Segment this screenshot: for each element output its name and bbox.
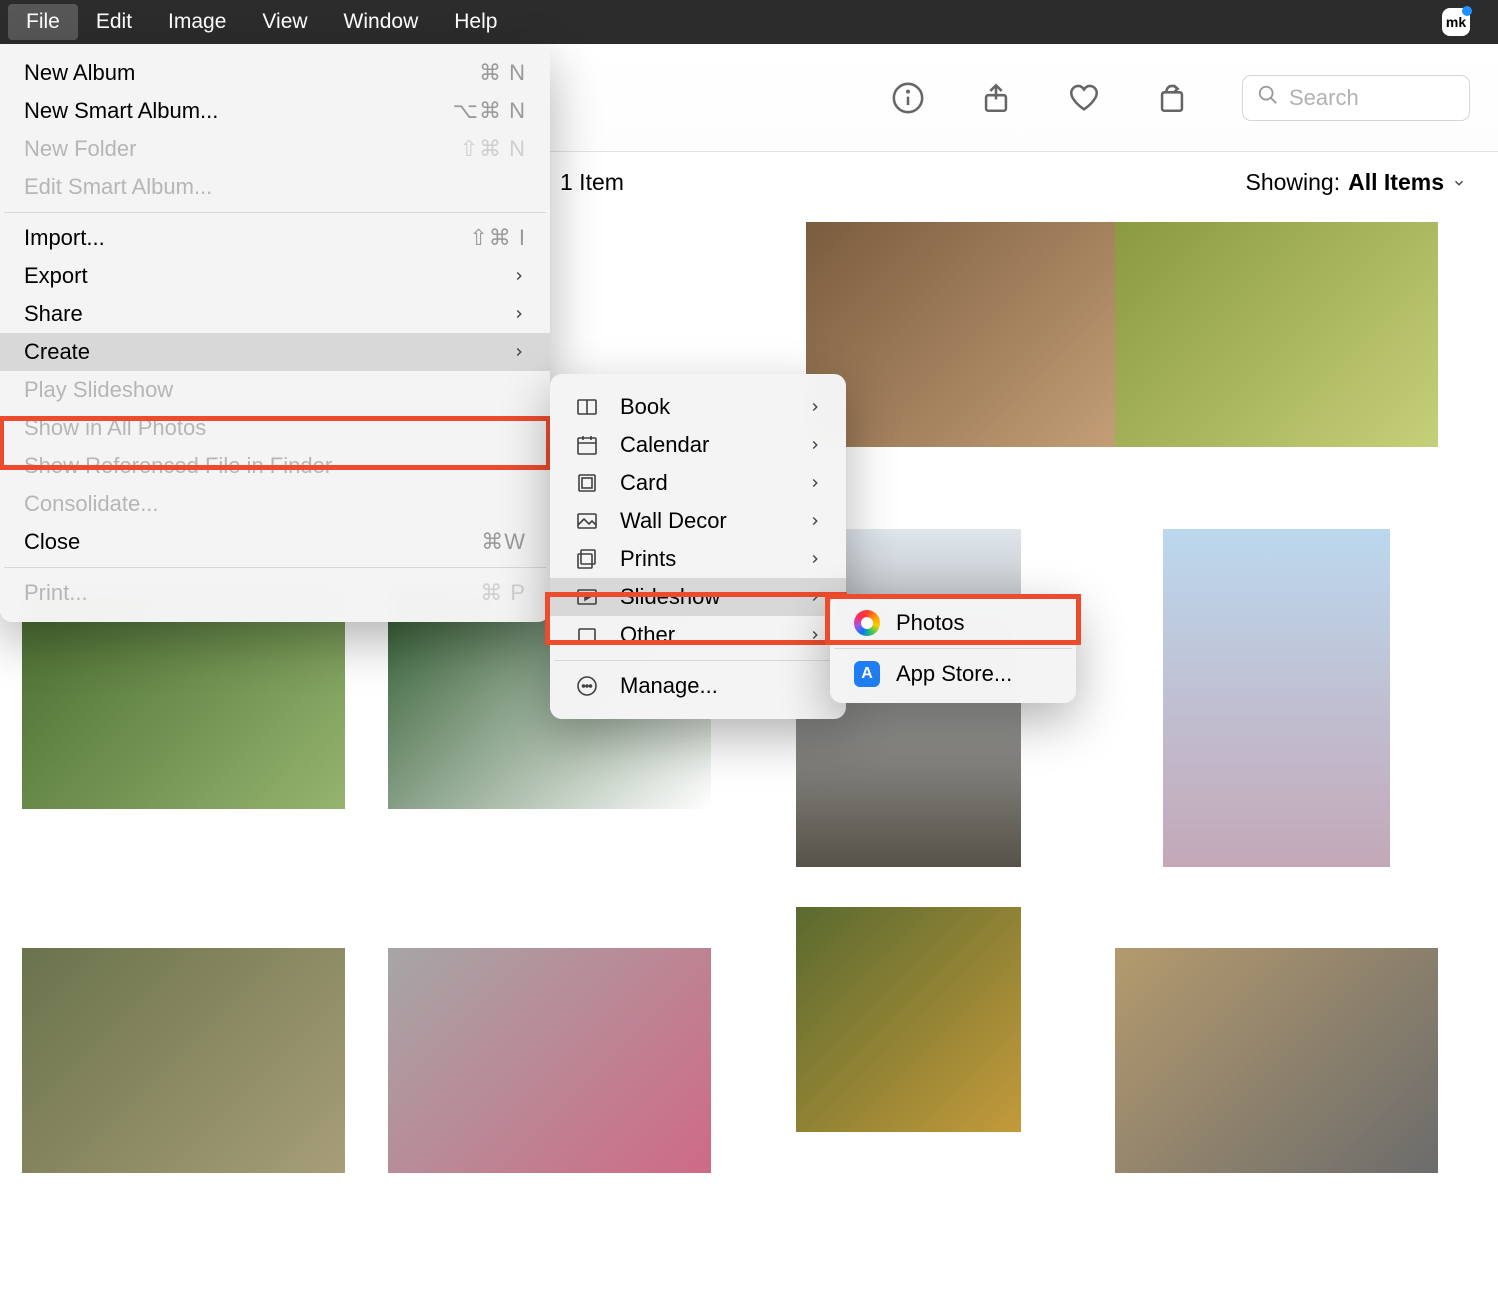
menuitem-print: Print...⌘ P bbox=[0, 574, 550, 612]
photo-thumbnail[interactable] bbox=[1163, 529, 1390, 867]
menu-file[interactable]: File bbox=[8, 4, 78, 40]
photo-thumbnail[interactable] bbox=[22, 948, 345, 1173]
menuitem-import[interactable]: Import...⇧⌘ I bbox=[0, 219, 550, 257]
menu-separator bbox=[4, 212, 546, 213]
menu-help[interactable]: Help bbox=[436, 4, 515, 40]
photos-app-icon bbox=[854, 610, 880, 636]
slideshow-icon bbox=[574, 584, 600, 610]
menu-window[interactable]: Window bbox=[326, 4, 437, 40]
menu-separator bbox=[554, 660, 842, 661]
chevron-right-icon bbox=[512, 339, 526, 365]
app-store-icon: A bbox=[854, 661, 880, 687]
photo-thumbnail[interactable] bbox=[388, 948, 711, 1173]
menuitem-other[interactable]: Other bbox=[550, 616, 846, 654]
menuitem-create[interactable]: Create bbox=[0, 333, 550, 371]
menuitem-export[interactable]: Export bbox=[0, 257, 550, 295]
chevron-right-icon bbox=[808, 584, 822, 610]
chevron-down-icon bbox=[1452, 169, 1466, 196]
menu-separator bbox=[834, 648, 1072, 649]
menuitem-show-referenced-file: Show Referenced File in Finder bbox=[0, 447, 550, 485]
photo-thumbnail[interactable] bbox=[806, 222, 1152, 447]
prints-icon bbox=[574, 546, 600, 572]
slideshow-submenu: Photos A App Store... bbox=[830, 594, 1076, 703]
chevron-right-icon bbox=[808, 508, 822, 534]
showing-label: Showing: bbox=[1246, 169, 1341, 196]
showing-filter[interactable]: Showing: All Items bbox=[1246, 169, 1467, 196]
photo-thumbnail[interactable] bbox=[1115, 222, 1438, 447]
photo-thumbnail[interactable] bbox=[796, 907, 1021, 1132]
menuitem-play-slideshow: Play Slideshow bbox=[0, 371, 550, 409]
menuitem-slideshow[interactable]: Slideshow bbox=[550, 578, 846, 616]
menuitem-share[interactable]: Share bbox=[0, 295, 550, 333]
search-input[interactable] bbox=[1289, 85, 1455, 111]
chevron-right-icon bbox=[808, 432, 822, 458]
create-submenu: Book Calendar Card Wall Decor Prints Sli… bbox=[550, 374, 846, 719]
chevron-right-icon bbox=[512, 301, 526, 327]
menuitem-wall-decor[interactable]: Wall Decor bbox=[550, 502, 846, 540]
card-icon bbox=[574, 470, 600, 496]
book-icon bbox=[574, 394, 600, 420]
menuitem-manage[interactable]: Manage... bbox=[550, 667, 846, 705]
menu-image[interactable]: Image bbox=[150, 4, 244, 40]
chevron-right-icon bbox=[808, 622, 822, 648]
search-icon bbox=[1257, 84, 1289, 111]
calendar-icon bbox=[574, 432, 600, 458]
menuitem-app-store[interactable]: A App Store... bbox=[830, 655, 1076, 693]
manage-icon bbox=[574, 673, 600, 699]
wall-decor-icon bbox=[574, 508, 600, 534]
menuitem-card[interactable]: Card bbox=[550, 464, 846, 502]
menuitem-consolidate: Consolidate... bbox=[0, 485, 550, 523]
other-icon bbox=[574, 622, 600, 648]
menuitem-calendar[interactable]: Calendar bbox=[550, 426, 846, 464]
menuitem-book[interactable]: Book bbox=[550, 388, 846, 426]
chevron-right-icon bbox=[512, 263, 526, 289]
chevron-right-icon bbox=[808, 394, 822, 420]
menuitem-new-album[interactable]: New Album⌘ N bbox=[0, 54, 550, 92]
menu-edit[interactable]: Edit bbox=[78, 4, 150, 40]
search-box[interactable] bbox=[1242, 75, 1470, 121]
rotate-button[interactable] bbox=[1146, 72, 1198, 124]
chevron-right-icon bbox=[808, 546, 822, 572]
menubar: File Edit Image View Window Help mk bbox=[0, 0, 1498, 44]
menu-separator bbox=[4, 567, 546, 568]
menuitem-show-in-all-photos: Show in All Photos bbox=[0, 409, 550, 447]
menuitem-prints[interactable]: Prints bbox=[550, 540, 846, 578]
photo-thumbnail[interactable] bbox=[1115, 948, 1438, 1173]
share-button[interactable] bbox=[970, 72, 1022, 124]
file-menu: New Album⌘ N New Smart Album...⌥⌘ N New … bbox=[0, 44, 550, 622]
menu-view[interactable]: View bbox=[244, 4, 325, 40]
favorite-button[interactable] bbox=[1058, 72, 1110, 124]
info-button[interactable] bbox=[882, 72, 934, 124]
chevron-right-icon bbox=[808, 470, 822, 496]
showing-value: All Items bbox=[1348, 169, 1444, 196]
menuitem-new-folder: New Folder⇧⌘ N bbox=[0, 130, 550, 168]
menuitem-new-smart-album[interactable]: New Smart Album...⌥⌘ N bbox=[0, 92, 550, 130]
status-app-icon[interactable]: mk bbox=[1442, 8, 1470, 36]
menuitem-close[interactable]: Close⌘W bbox=[0, 523, 550, 561]
menuitem-photos[interactable]: Photos bbox=[830, 604, 1076, 642]
menuitem-edit-smart-album: Edit Smart Album... bbox=[0, 168, 550, 206]
